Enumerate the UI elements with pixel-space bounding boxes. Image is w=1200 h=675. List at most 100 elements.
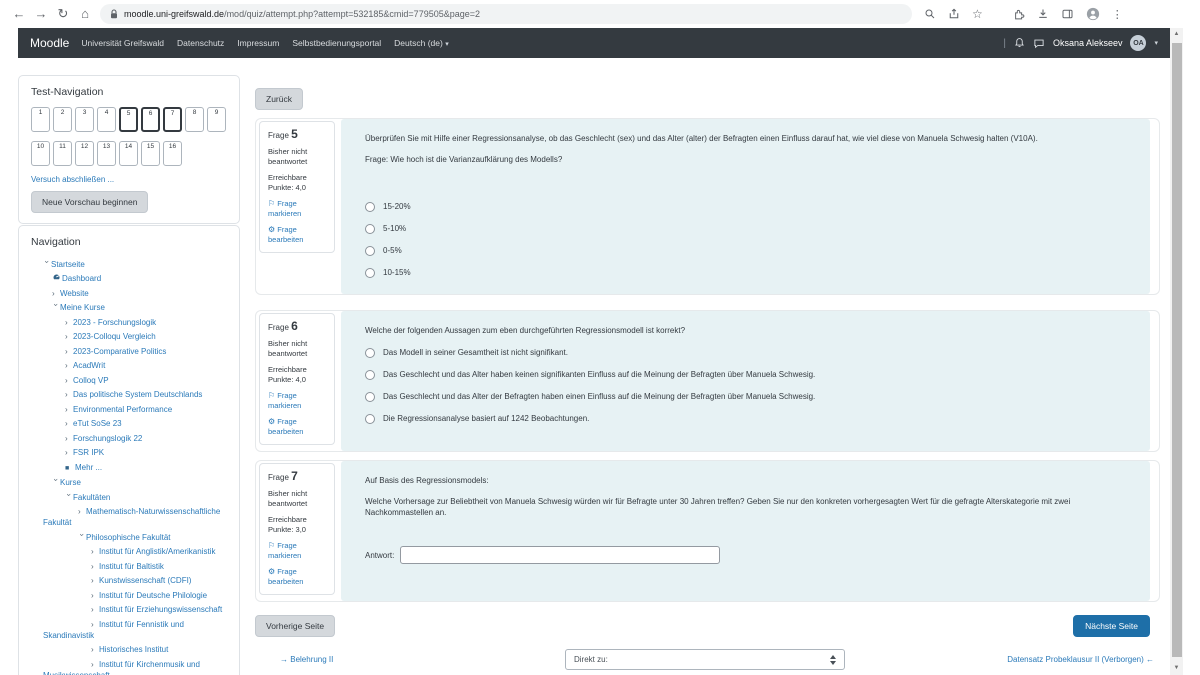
nav-tree-item[interactable]: ›Institut für Kirchenmusik und Musikwiss… (31, 657, 227, 675)
answer-option[interactable]: 0-5% (365, 245, 1126, 256)
chevron-right-icon[interactable]: › (91, 619, 99, 630)
question-nav-button[interactable]: 10 (31, 141, 50, 166)
question-nav-button[interactable]: 11 (53, 141, 72, 166)
radio-icon[interactable] (365, 246, 375, 256)
radio-icon[interactable] (365, 268, 375, 278)
navbar-link-selbstbedienungsportal[interactable]: Selbstbedienungsportal (292, 38, 381, 48)
chevron-right-icon[interactable]: › (65, 404, 73, 415)
question-nav-button[interactable]: 6 (141, 107, 160, 132)
radio-icon[interactable] (365, 392, 375, 402)
previous-activity-link[interactable]: → Belehrung II (280, 655, 333, 664)
chevron-right-icon[interactable]: › (65, 331, 73, 342)
scrollbar-thumb[interactable] (1172, 43, 1182, 657)
scrollbar[interactable]: ▲ ▼ (1170, 28, 1183, 675)
nav-tree-item[interactable]: ›Forschungslogik 22 (31, 431, 227, 446)
address-bar[interactable]: moodle.uni-greifswald.de/mod/quiz/attemp… (100, 4, 912, 24)
nav-tree-item[interactable]: ›Fakultäten (31, 490, 227, 505)
chevron-right-icon[interactable]: › (65, 317, 73, 328)
extensions-icon[interactable] (1013, 8, 1025, 20)
next-page-button[interactable]: Nächste Seite (1073, 615, 1150, 637)
answer-option[interactable]: 10-15% (365, 267, 1126, 278)
chevron-right-icon[interactable]: › (65, 418, 73, 429)
question-nav-button[interactable]: 13 (97, 141, 116, 166)
question-nav-button[interactable]: 16 (163, 141, 182, 166)
question-nav-button[interactable]: 5 (119, 107, 138, 132)
side-panel-icon[interactable] (1061, 8, 1074, 20)
chevron-right-icon[interactable]: › (91, 575, 99, 586)
question-nav-button[interactable]: 12 (75, 141, 94, 166)
edit-question-link[interactable]: ⚙ Frage bearbeiten (268, 417, 326, 437)
chevron-down-icon[interactable]: › (42, 260, 53, 268)
chevron-right-icon[interactable]: › (91, 590, 99, 601)
answer-option[interactable]: 15-20% (365, 201, 1126, 212)
downloads-icon[interactable] (1037, 8, 1049, 20)
nav-tree-item[interactable]: ›Institut für Fennistik und Skandinavist… (31, 617, 227, 643)
share-icon[interactable] (948, 8, 960, 20)
chevron-right-icon[interactable]: › (65, 389, 73, 400)
question-nav-button[interactable]: 14 (119, 141, 138, 166)
question-nav-button[interactable]: 9 (207, 107, 226, 132)
radio-icon[interactable] (365, 348, 375, 358)
chevron-right-icon[interactable]: › (91, 604, 99, 615)
nav-tree-item[interactable]: ›Das politische System Deutschlands (31, 388, 227, 403)
nav-tree-item[interactable]: ›Institut für Anglistik/Amerikanistik (31, 545, 227, 560)
language-menu[interactable]: Deutsch (de) ▾ (394, 38, 449, 48)
chevron-right-icon[interactable]: › (65, 375, 73, 386)
nav-tree-item[interactable]: ›Meine Kurse (31, 301, 227, 316)
nav-tree-item[interactable]: ›Website (31, 286, 227, 301)
browser-menu-icon[interactable]: ⋮ (1112, 8, 1123, 21)
user-avatar[interactable]: OA (1130, 35, 1146, 51)
chevron-right-icon[interactable]: › (91, 644, 99, 655)
jump-to-select[interactable]: Direkt zu: (565, 649, 845, 670)
radio-icon[interactable] (365, 370, 375, 380)
nav-tree-item[interactable]: ›Institut für Baltistik (31, 559, 227, 574)
zoom-icon[interactable] (924, 8, 936, 20)
reload-button[interactable]: ↻ (52, 0, 74, 28)
chevron-right-icon[interactable]: › (91, 659, 99, 670)
nav-tree-item[interactable]: ›Philosophische Fakultät (31, 530, 227, 545)
chevron-right-icon[interactable]: › (65, 433, 73, 444)
question-nav-button[interactable]: 1 (31, 107, 50, 132)
edit-question-link[interactable]: ⚙ Frage bearbeiten (268, 225, 326, 245)
nav-tree-item[interactable]: ›2023-Colloqu Vergleich (31, 330, 227, 345)
back-button-quiz[interactable]: Zurück (255, 88, 303, 110)
question-nav-button[interactable]: 7 (163, 107, 182, 132)
chevron-right-icon[interactable]: › (91, 546, 99, 557)
answer-option[interactable]: Die Regressionsanalyse basiert auf 1242 … (365, 413, 1126, 424)
nav-tree-item[interactable]: ■Mehr ... (31, 460, 227, 476)
navbar-link-universitaet[interactable]: Universität Greifswald (81, 38, 164, 48)
question-nav-button[interactable]: 4 (97, 107, 116, 132)
chevron-right-icon[interactable]: › (65, 346, 73, 357)
nav-tree-item[interactable]: ›Environmental Performance (31, 402, 227, 417)
bookmark-star-icon[interactable]: ☆ (972, 7, 983, 21)
back-button[interactable]: ← (8, 0, 30, 28)
flag-question-link[interactable]: ⚐ Frage markieren (268, 199, 326, 219)
flag-question-link[interactable]: ⚐ Frage markieren (268, 541, 326, 561)
next-activity-link[interactable]: Datensatz Probeklausur II (Verborgen) ← (1007, 655, 1154, 664)
user-name[interactable]: Oksana Alekseev (1053, 38, 1123, 48)
nav-tree-item[interactable]: ›Startseite (31, 257, 227, 272)
answer-option[interactable]: Das Geschlecht und das Alter der Befragt… (365, 391, 1126, 402)
question-nav-button[interactable]: 15 (141, 141, 160, 166)
nav-tree-item[interactable]: ›Historisches Institut (31, 643, 227, 658)
home-button[interactable]: ⌂ (74, 0, 96, 28)
nav-tree-item[interactable]: ›Mathematisch-Naturwissenschaftliche Fak… (31, 505, 227, 531)
chevron-down-icon[interactable]: › (51, 304, 62, 312)
answer-input[interactable] (400, 546, 720, 564)
nav-tree-item[interactable]: ›eTut SoSe 23 (31, 417, 227, 432)
nav-tree-item[interactable]: ›Institut für Erziehungswissenschaft (31, 603, 227, 618)
chevron-down-icon[interactable]: › (51, 479, 62, 487)
moodle-brand[interactable]: Moodle (30, 36, 69, 50)
chevron-right-icon[interactable]: › (52, 288, 60, 299)
nav-tree-item[interactable]: ›Institut für Deutsche Philologie (31, 588, 227, 603)
navbar-link-datenschutz[interactable]: Datenschutz (177, 38, 224, 48)
question-nav-button[interactable]: 8 (185, 107, 204, 132)
new-preview-button[interactable]: Neue Vorschau beginnen (31, 191, 148, 213)
answer-option[interactable]: 5-10% (365, 223, 1126, 234)
radio-icon[interactable] (365, 224, 375, 234)
notifications-bell-icon[interactable] (1014, 37, 1025, 49)
finish-attempt-link[interactable]: Versuch abschließen ... (31, 175, 227, 184)
nav-tree-item[interactable]: ›2023 - Forschungslogik (31, 315, 227, 330)
answer-option[interactable]: Das Modell in seiner Gesamtheit ist nich… (365, 347, 1126, 358)
edit-question-link[interactable]: ⚙ Frage bearbeiten (268, 567, 326, 587)
